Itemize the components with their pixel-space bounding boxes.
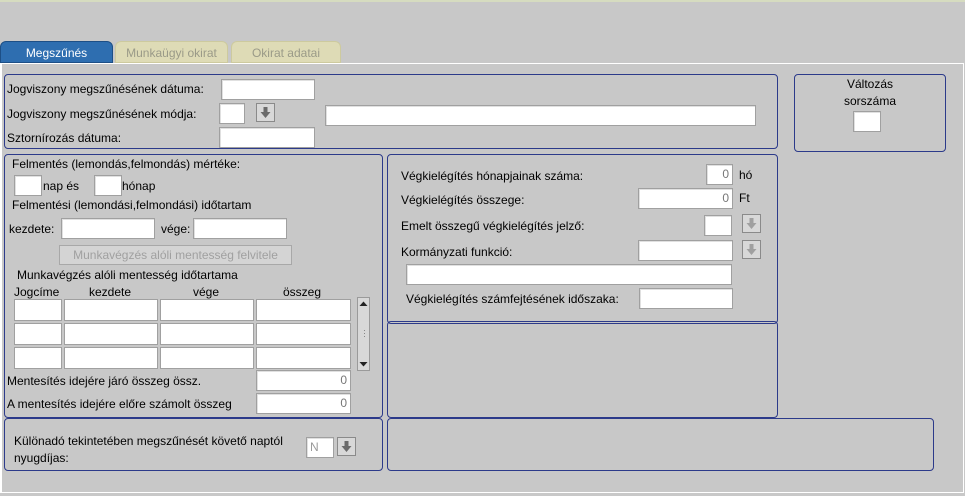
- scroll-up-icon[interactable]: [359, 301, 368, 307]
- termination-mode-description-field[interactable]: [325, 105, 756, 126]
- arrow-down-icon: [746, 244, 757, 255]
- change-number-label-line1: Változás: [846, 77, 894, 91]
- government-function-field[interactable]: [638, 240, 733, 261]
- top-border-line: [0, 0, 965, 2]
- relief-end-field[interactable]: [193, 218, 287, 239]
- special-tax-pension-label-line2: nyugdíjas:: [14, 451, 69, 465]
- relief-days-label: nap és: [43, 179, 80, 193]
- special-tax-pension-label-line1: Különadó tekintetében megszűnését követő…: [14, 434, 283, 448]
- relief-end-label: vége:: [161, 222, 191, 236]
- severance-months-unit: hó: [739, 168, 753, 182]
- termination-mode-label: Jogviszony megszűnésének módja:: [7, 107, 197, 121]
- table-row-1-osszeg[interactable]: [256, 299, 351, 321]
- government-function-dropdown-button[interactable]: [742, 240, 761, 259]
- severance-amount-field[interactable]: 0: [638, 188, 733, 209]
- relief-start-field[interactable]: [61, 218, 155, 239]
- relief-months-field[interactable]: [94, 175, 122, 196]
- government-function-description-field[interactable]: [406, 264, 732, 285]
- table-row-2-osszeg[interactable]: [256, 323, 351, 345]
- table-row-1-jogcime[interactable]: [14, 299, 62, 321]
- severance-amount-unit: Ft: [739, 191, 750, 205]
- work-exemption-period-label: Munkavégzés alóli mentesség időtartama: [17, 268, 238, 282]
- government-function-label: Kormányzati funkció:: [401, 245, 513, 259]
- relief-months-label: hónap: [122, 179, 156, 193]
- table-row-1-vege[interactable]: [160, 299, 254, 321]
- termination-date-field[interactable]: [221, 79, 315, 100]
- table-row-3-osszeg[interactable]: [256, 347, 351, 369]
- column-header-jogcime: Jogcíme: [14, 285, 60, 299]
- severance-payroll-period-field[interactable]: [639, 288, 733, 309]
- arrow-down-icon: [260, 107, 271, 118]
- severance-payroll-period-label: Végkielégítés számfejtésének időszaka:: [406, 292, 619, 306]
- change-number-field[interactable]: [853, 111, 881, 132]
- precalculated-sum-label: A mentesítés idejére előre számolt össze…: [7, 397, 232, 411]
- exemption-sum-label: Mentesítés idejére járó összeg össz.: [7, 374, 202, 388]
- termination-mode-dropdown-button[interactable]: [256, 103, 275, 122]
- severance-months-label: Végkielégítés hónapjainak száma:: [401, 169, 584, 183]
- arrow-down-icon: [746, 218, 757, 229]
- tab-okirat-adatai[interactable]: Okirat adatai: [231, 41, 341, 63]
- table-row-3-jogcime[interactable]: [14, 347, 62, 369]
- termination-date-label: Jogviszony megszűnésének dátuma:: [7, 82, 204, 96]
- exemption-table-scrollbar[interactable]: [357, 297, 370, 371]
- table-row-3-vege[interactable]: [160, 347, 254, 369]
- tab-megszunes[interactable]: Megszűnés: [0, 41, 113, 63]
- table-row-2-vege[interactable]: [160, 323, 254, 345]
- add-work-exemption-button[interactable]: Munkavégzés alóli mentesség felvitele: [59, 245, 292, 265]
- relief-days-field[interactable]: [14, 175, 42, 196]
- column-header-kezdete: kezdete: [89, 285, 132, 299]
- increased-severance-flag-field[interactable]: [704, 215, 732, 236]
- empty-bottom-right-panel: [387, 418, 934, 471]
- relief-period-label: Felmentési (lemondási,felmondási) időtar…: [12, 198, 252, 212]
- increased-severance-flag-dropdown-button[interactable]: [742, 214, 761, 233]
- exemption-sum-field[interactable]: 0: [256, 370, 351, 391]
- severance-amount-label: Végkielégítés összege:: [401, 193, 525, 207]
- storno-date-field[interactable]: [219, 127, 315, 148]
- table-row-1-kezdete[interactable]: [64, 299, 158, 321]
- arrow-down-icon: [341, 441, 352, 452]
- table-row-2-jogcime[interactable]: [14, 323, 62, 345]
- change-number-label-line2: sorszáma: [843, 94, 896, 108]
- scroll-down-icon[interactable]: [359, 362, 368, 367]
- increased-severance-flag-label: Emelt összegű végkielégítés jelző:: [401, 219, 585, 233]
- column-header-vege: vége: [193, 285, 220, 299]
- special-tax-pension-field[interactable]: N: [306, 437, 334, 458]
- table-row-2-kezdete[interactable]: [64, 323, 158, 345]
- column-header-osszeg: összeg: [283, 285, 322, 299]
- table-row-3-kezdete[interactable]: [64, 347, 158, 369]
- termination-mode-code-field[interactable]: [219, 103, 245, 124]
- relief-amount-label: Felmentés (lemondás,felmondás) mértéke:: [12, 157, 241, 171]
- precalculated-sum-field[interactable]: 0: [256, 393, 351, 414]
- relief-start-label: kezdete:: [9, 222, 55, 236]
- tab-munkaugyi-okirat[interactable]: Munkaügyi okirat: [115, 41, 228, 63]
- scroll-thumb-grip: [364, 330, 365, 337]
- empty-right-panel: [387, 321, 778, 418]
- severance-months-field[interactable]: 0: [706, 164, 733, 185]
- storno-date-label: Sztornírozás dátuma:: [7, 131, 122, 145]
- special-tax-pension-dropdown-button[interactable]: [337, 437, 356, 456]
